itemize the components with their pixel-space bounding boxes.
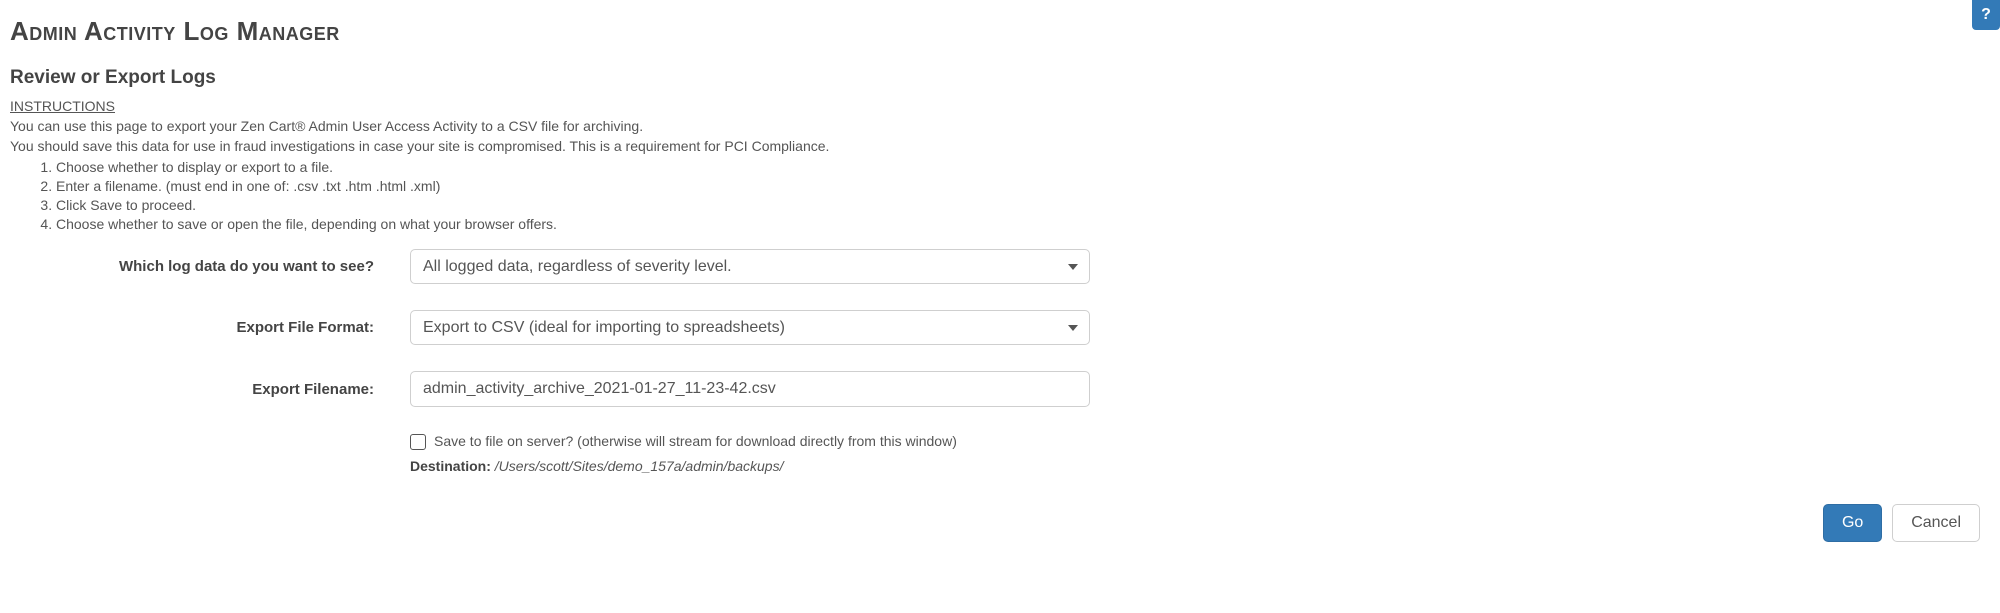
step-item: Choose whether to display or export to a… [56, 158, 1990, 176]
destination-label: Destination: [410, 458, 495, 474]
format-select[interactable]: Export to CSV (ideal for importing to sp… [410, 310, 1090, 345]
button-row: Go Cancel [10, 504, 1990, 542]
export-form: Which log data do you want to see? All l… [10, 249, 1990, 474]
step-item: Enter a filename. (must end in one of: .… [56, 177, 1990, 195]
cancel-button[interactable]: Cancel [1892, 504, 1980, 542]
save-server-checkbox[interactable] [410, 434, 426, 450]
destination-row: Destination: /Users/scott/Sites/demo_157… [410, 458, 1990, 474]
log-data-label: Which log data do you want to see? [10, 258, 410, 275]
instructions-header: INSTRUCTIONS [10, 97, 1990, 115]
save-server-label: Save to file on server? (otherwise will … [434, 433, 957, 449]
go-button[interactable]: Go [1823, 504, 1882, 542]
instructions-line: You can use this page to export your Zen… [10, 117, 1990, 135]
instructions-line: You should save this data for use in fra… [10, 137, 1990, 155]
filename-input[interactable] [410, 371, 1090, 407]
section-title: Review or Export Logs [10, 67, 1990, 89]
destination-path: /Users/scott/Sites/demo_157a/admin/backu… [495, 458, 784, 474]
format-label: Export File Format: [10, 319, 410, 336]
step-item: Choose whether to save or open the file,… [56, 215, 1990, 233]
instructions-steps: Choose whether to display or export to a… [10, 158, 1990, 234]
log-data-select[interactable]: All logged data, regardless of severity … [410, 249, 1090, 284]
step-item: Click Save to proceed. [56, 196, 1990, 214]
instructions-block: INSTRUCTIONS You can use this page to ex… [10, 97, 1990, 233]
filename-label: Export Filename: [10, 381, 410, 398]
help-icon[interactable]: ? [1972, 0, 2000, 30]
page-title: Admin Activity Log Manager [10, 16, 1990, 47]
